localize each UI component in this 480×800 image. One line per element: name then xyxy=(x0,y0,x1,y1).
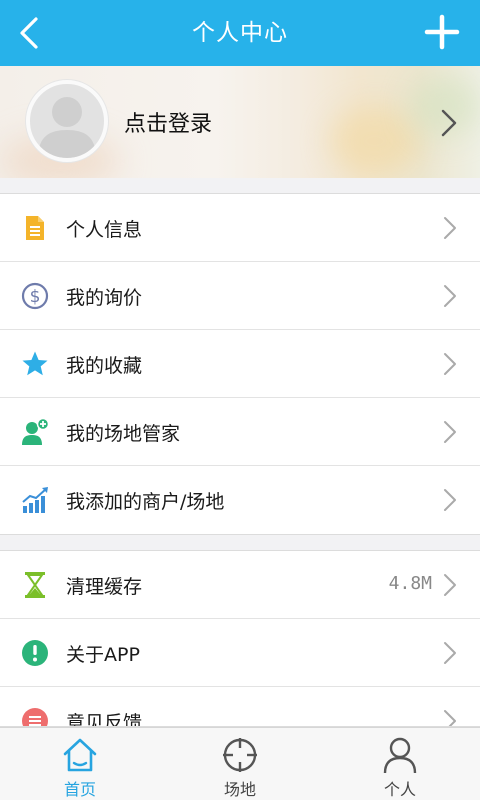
info-icon xyxy=(22,640,48,666)
menu-item-clear-cache[interactable]: 清理缓存 4.8M xyxy=(0,551,480,619)
chart-bars-icon xyxy=(22,487,48,513)
page-title: 个人中心 xyxy=(192,20,288,46)
chevron-right-icon xyxy=(444,285,456,307)
login-link[interactable]: 点击登录 xyxy=(124,106,212,138)
menu-item-label: 我添加的商户/场地 xyxy=(66,491,225,513)
chevron-right-icon xyxy=(441,109,457,137)
menu-group-account: 个人信息 $ 我的询价 我的收藏 我的场地管家 我添加的商户/场地 xyxy=(0,193,480,535)
svg-text:$: $ xyxy=(30,287,41,307)
person-icon xyxy=(383,737,417,774)
chevron-right-icon xyxy=(444,710,456,726)
home-icon xyxy=(63,738,97,772)
chevron-right-icon xyxy=(444,421,456,443)
tab-label: 场地 xyxy=(223,780,256,799)
menu-item-label: 清理缓存 xyxy=(66,576,143,598)
avatar[interactable] xyxy=(26,80,108,162)
bottom-tab-bar: 首页 场地 个人 xyxy=(0,727,480,800)
chevron-right-icon xyxy=(444,489,456,511)
default-avatar-icon xyxy=(38,97,96,158)
top-navigation-bar: 个人中心 xyxy=(0,0,480,66)
crosshair-icon xyxy=(223,738,257,772)
background-decoration xyxy=(330,106,420,176)
chevron-right-icon xyxy=(444,642,456,664)
chevron-right-icon xyxy=(444,217,456,239)
menu-item-feedback[interactable]: 意见反馈 xyxy=(0,687,480,727)
star-icon xyxy=(22,351,48,376)
tab-label: 首页 xyxy=(63,780,96,799)
feedback-icon xyxy=(22,708,48,726)
menu-item-label: 个人信息 xyxy=(66,219,143,241)
plus-icon[interactable] xyxy=(424,14,460,50)
chevron-right-icon xyxy=(444,574,456,596)
menu-item-label: 我的场地管家 xyxy=(66,423,181,445)
menu-item-added-merchants[interactable]: 我添加的商户/场地 xyxy=(0,466,480,534)
profile-login-banner[interactable]: 点击登录 xyxy=(0,66,480,178)
menu-item-label: 我的收藏 xyxy=(66,355,143,377)
tab-venues[interactable]: 场地 xyxy=(160,728,320,800)
menu-item-my-favorites[interactable]: 我的收藏 xyxy=(0,330,480,398)
hourglass-icon xyxy=(25,572,45,598)
menu-item-venue-manager[interactable]: 我的场地管家 xyxy=(0,398,480,466)
document-icon xyxy=(26,216,44,240)
tab-home[interactable]: 首页 xyxy=(0,728,160,800)
menu-item-personal-info[interactable]: 个人信息 xyxy=(0,194,480,262)
cache-size-value: 4.8M xyxy=(388,573,432,594)
menu-group-settings: 清理缓存 4.8M 关于APP 意见反馈 xyxy=(0,550,480,727)
menu-item-label: 我的询价 xyxy=(66,287,143,309)
add-user-icon xyxy=(22,418,49,445)
tab-label: 个人 xyxy=(383,780,416,799)
chevron-right-icon xyxy=(444,353,456,375)
menu-item-label: 意见反馈 xyxy=(66,712,143,727)
dollar-icon: $ xyxy=(21,282,49,310)
menu-item-my-inquiries[interactable]: $ 我的询价 xyxy=(0,262,480,330)
menu-item-label: 关于APP xyxy=(66,644,140,666)
menu-item-about-app[interactable]: 关于APP xyxy=(0,619,480,687)
tab-personal[interactable]: 个人 xyxy=(320,728,480,800)
